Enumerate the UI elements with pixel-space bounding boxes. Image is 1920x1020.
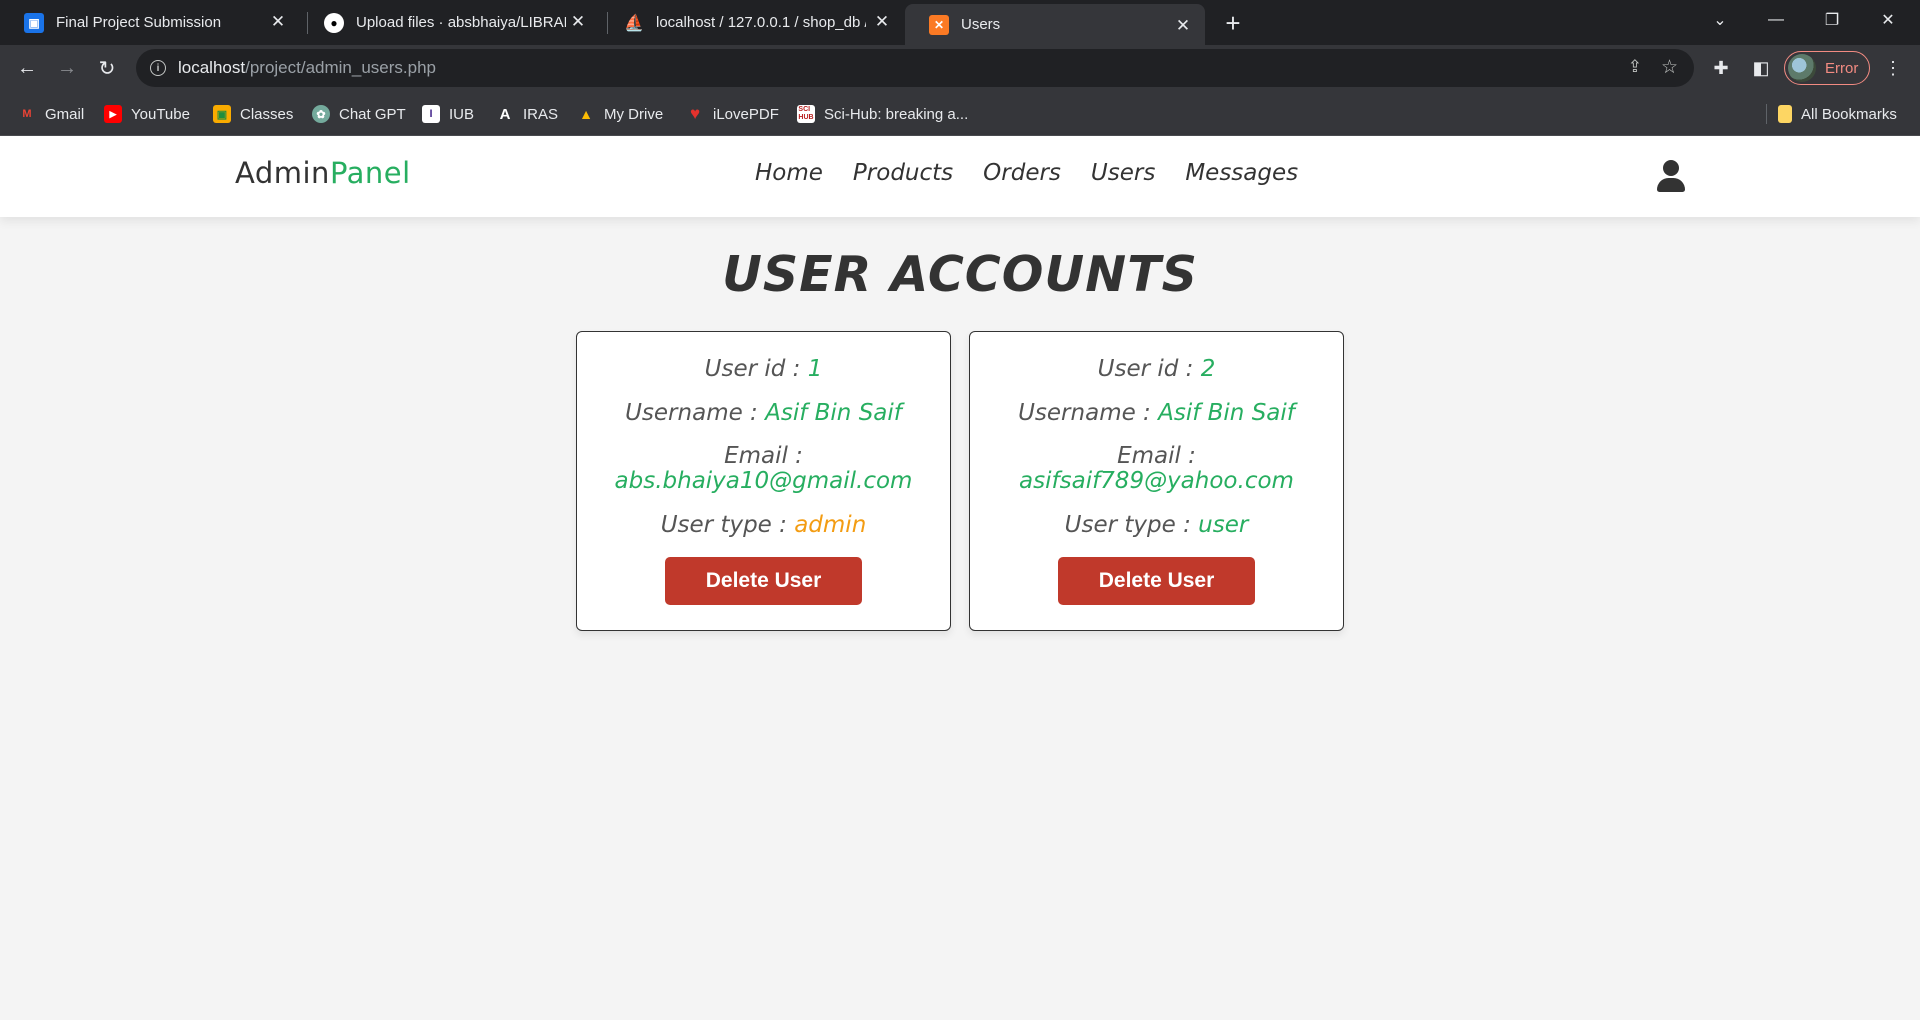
minimize-button[interactable]: — [1748,0,1804,40]
chatgpt-icon: ✿ [312,105,330,123]
share-icon[interactable]: ⇪ [1628,57,1642,77]
classroom-icon: ▣ [24,12,44,33]
browser-toolbar: ← → ↻ i localhost/project/admin_users.ph… [0,45,1920,91]
bookmark-iras[interactable]: A IRAS [496,103,558,125]
bookmarks-divider [1766,104,1767,124]
tab-title: Final Project Submission [56,14,222,31]
user-id-row: User id : 2 [1097,356,1216,382]
reload-icon[interactable]: ↻ [92,53,122,83]
tab-title: Users [961,16,1001,33]
scihub-icon: SCI HUB [797,105,815,123]
extensions-icon[interactable]: ✚ [1708,55,1734,81]
user-card: User id : 2 Username : Asif Bin Saif Ema… [969,331,1344,631]
user-card: User id : 1 Username : Asif Bin Saif Ema… [576,331,951,631]
folder-icon [1778,105,1792,123]
user-type-row: User type : admin [660,512,867,538]
bookmark-label: iLovePDF [713,105,779,123]
profile-button[interactable]: Error [1784,51,1870,85]
username-row: Username : Asif Bin Saif [1018,400,1295,426]
forward-icon[interactable]: → [52,53,82,83]
bookmark-label: YouTube [131,105,190,123]
all-bookmarks[interactable]: All Bookmarks [1778,103,1897,125]
bookmark-mydrive[interactable]: ▲ My Drive [577,103,663,125]
tab-title: Upload files · absbhaiya/LIBRARY [356,14,566,31]
close-icon[interactable]: ✕ [1171,14,1195,38]
avatar [1788,54,1816,82]
browser-tab-bar: ▣ Final Project Submission ✕ ● Upload fi… [0,0,1920,45]
user-type-row: User type : user [1064,512,1249,538]
user-id-value: 2 [1200,356,1216,382]
email-label: Email : [1117,443,1196,469]
bookmark-label: IRAS [523,105,559,123]
delete-user-button[interactable]: Delete User [1058,557,1255,605]
new-tab-button[interactable]: + [1218,8,1248,38]
iras-icon: A [499,105,511,123]
tab-title: localhost / 127.0.0.1 / shop_db / [656,14,866,31]
nav-messages[interactable]: Messages [1185,160,1298,186]
email-value: abs.bhaiya10@gmail.com [614,468,913,494]
close-icon[interactable]: ✕ [266,10,290,34]
side-panel-icon[interactable]: ◧ [1748,55,1774,81]
nav-home[interactable]: Home [755,160,823,186]
bookmarks-bar: M Gmail ▶ YouTube ▣ Classes ✿ Chat GPT Ι… [0,91,1920,136]
email-value: asifsaif789@yahoo.com [1019,468,1294,494]
bookmark-label: Sci-Hub: breaking a... [824,105,969,123]
username-value: Asif Bin Saif [1158,400,1295,426]
heart-icon: ♥ [689,104,701,123]
bookmark-label: Classes [240,105,294,123]
close-icon[interactable]: ✕ [870,10,894,34]
close-icon[interactable]: ✕ [566,10,590,34]
username-value: Asif Bin Saif [765,400,902,426]
address-bar[interactable]: i localhost/project/admin_users.php ⇪ ☆ [136,49,1694,87]
classroom-icon: ▣ [213,105,231,123]
tab-final-project[interactable]: ▣ Final Project Submission ✕ [0,0,300,45]
user-icon[interactable] [1656,160,1686,194]
youtube-icon: ▶ [104,105,122,123]
close-window-button[interactable]: ✕ [1860,0,1916,40]
restore-button[interactable]: ❐ [1804,0,1860,40]
email-label: Email : [724,443,803,469]
nav-users[interactable]: Users [1091,160,1155,186]
iub-icon: Ι [422,105,440,123]
bookmark-gmail[interactable]: M Gmail [18,103,84,125]
user-type-value: user [1198,512,1249,538]
bookmark-scihub[interactable]: SCI HUB Sci-Hub: breaking a... [797,103,968,125]
site-header: AdminPanel Home Products Orders Users Me… [0,136,1920,217]
nav-products[interactable]: Products [853,160,953,186]
profile-error-label: Error [1825,59,1859,77]
phpmyadmin-icon: ⛵ [624,14,644,32]
bookmark-label: All Bookmarks [1801,105,1897,123]
bookmark-label: Chat GPT [339,105,406,123]
github-icon: ● [324,12,344,33]
tab-users[interactable]: ✕ Users ✕ [905,4,1205,45]
bookmark-chatgpt[interactable]: ✿ Chat GPT [312,103,406,125]
user-type-value: admin [794,512,867,538]
site-info-icon[interactable]: i [150,60,166,76]
username-row: Username : Asif Bin Saif [625,400,902,426]
back-icon[interactable]: ← [12,53,42,83]
bookmark-star-icon[interactable]: ☆ [1661,56,1678,79]
bookmark-classes[interactable]: ▣ Classes [213,103,293,125]
tab-github-upload[interactable]: ● Upload files · absbhaiya/LIBRARY ✕ [300,0,600,45]
user-id-row: User id : 1 [704,356,823,382]
bookmark-youtube[interactable]: ▶ YouTube [104,103,190,125]
bookmark-ilovepdf[interactable]: ♥ iLovePDF [686,103,779,125]
menu-kebab-icon[interactable]: ⋮ [1880,55,1906,81]
nav-orders[interactable]: Orders [983,160,1061,186]
user-id-value: 1 [807,356,823,382]
gmail-icon: M [22,108,32,120]
tab-search-icon[interactable]: ⌄ [1692,0,1748,40]
google-drive-icon: ▲ [579,106,593,122]
tab-phpmyadmin[interactable]: ⛵ localhost / 127.0.0.1 / shop_db / ✕ [600,0,904,45]
page-title: USER ACCOUNTS [722,246,1198,303]
bookmark-label: Gmail [45,105,85,123]
main-nav: Home Products Orders Users Messages [755,160,1298,186]
xampp-icon: ✕ [929,14,949,35]
logo[interactable]: AdminPanel [235,156,411,190]
delete-user-button[interactable]: Delete User [665,557,862,605]
bookmark-iub[interactable]: Ι IUB [422,103,474,125]
url-text: localhost/project/admin_users.php [178,58,436,77]
bookmark-label: IUB [449,105,475,123]
bookmark-label: My Drive [604,105,664,123]
